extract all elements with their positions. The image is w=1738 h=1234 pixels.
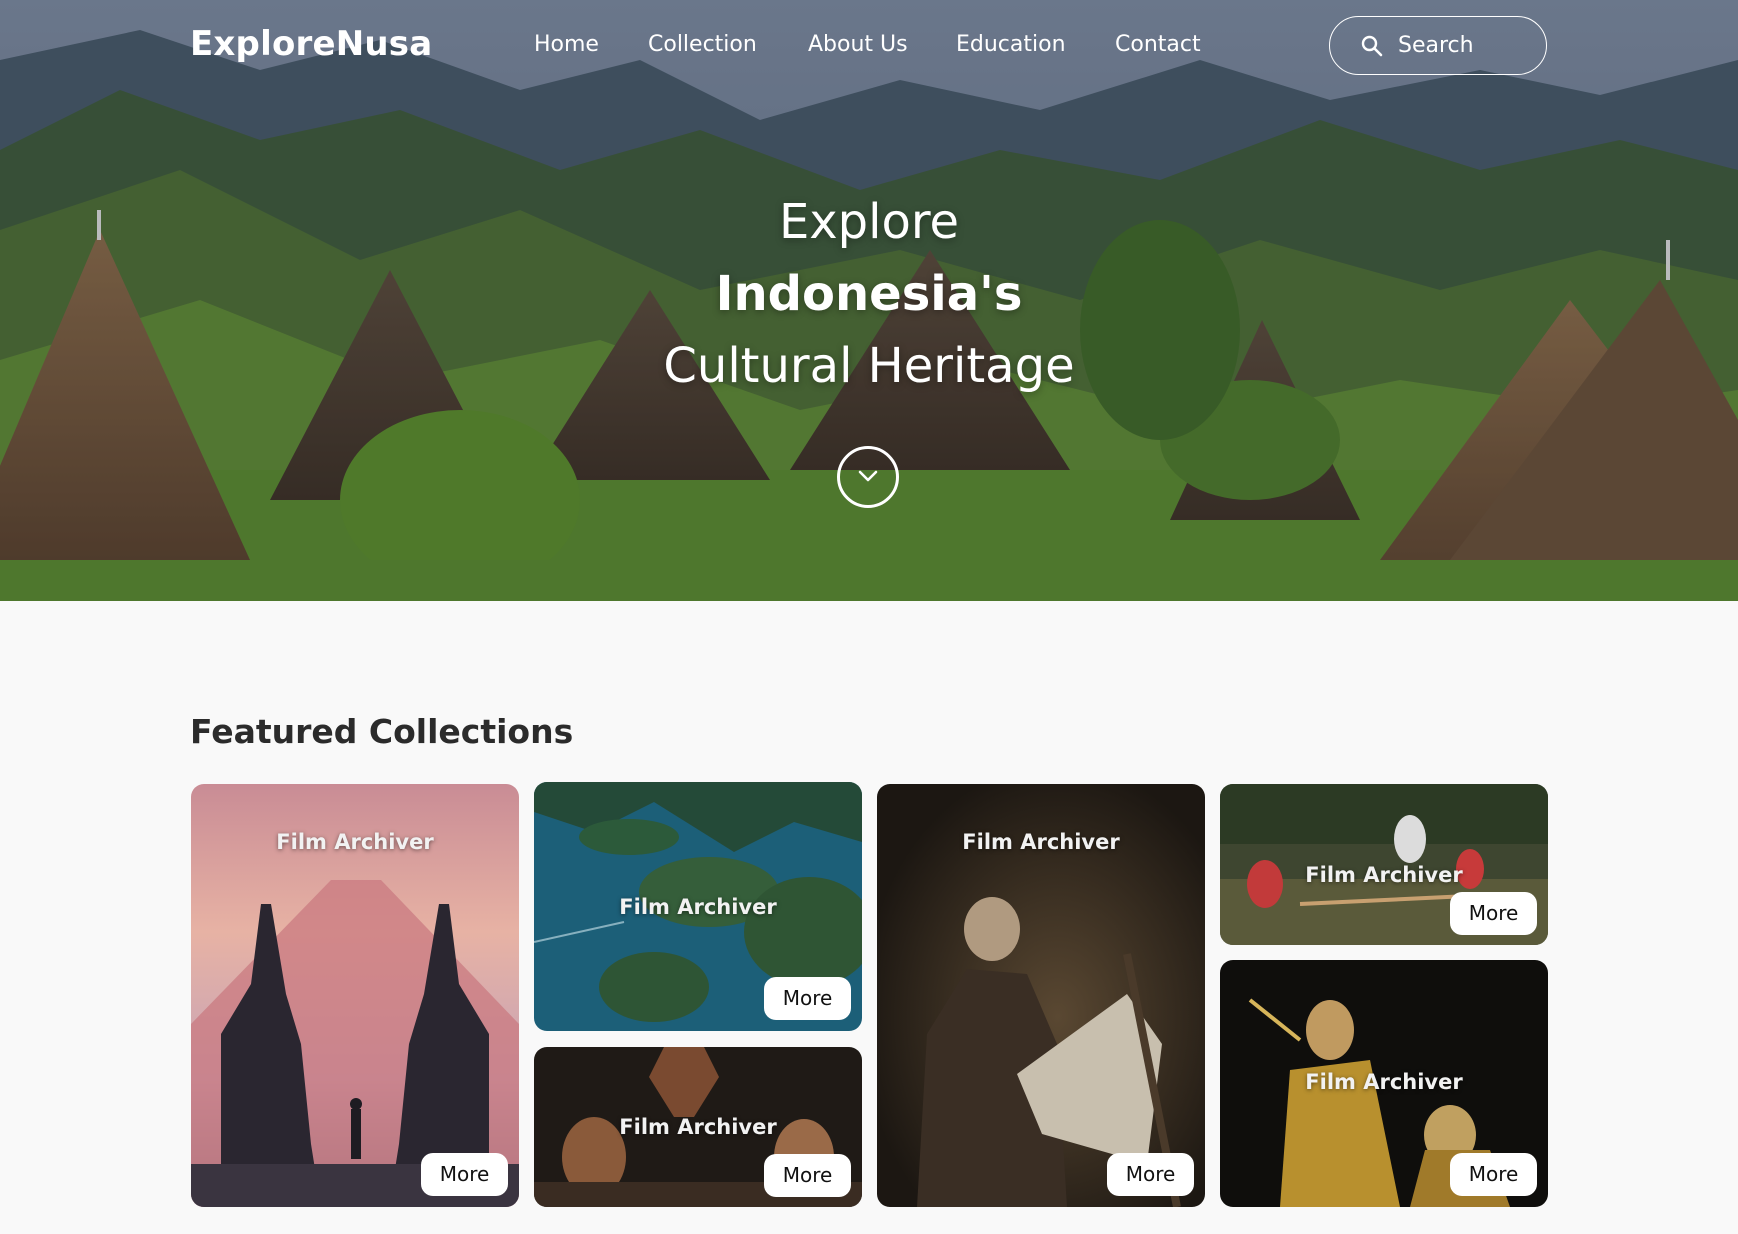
search-icon — [1361, 35, 1383, 57]
top-navigation: ExploreNusa Home Collection About Us Edu… — [0, 0, 1738, 92]
collection-card[interactable]: Film Archiver More — [534, 782, 862, 1031]
hero-title-line2: Indonesia's — [715, 266, 1023, 322]
nav-collection[interactable]: Collection — [648, 32, 757, 57]
more-button[interactable]: More — [1450, 1153, 1537, 1196]
more-button[interactable]: More — [764, 977, 851, 1020]
section-title: Featured Collections — [190, 712, 574, 751]
brand-logo[interactable]: ExploreNusa — [190, 24, 432, 64]
hero-title-line3: Cultural Heritage — [663, 338, 1075, 394]
nav-education[interactable]: Education — [956, 32, 1066, 57]
chevron-down-icon — [858, 470, 878, 482]
card-label: Film Archiver — [1305, 863, 1463, 887]
card-label: Film Archiver — [276, 830, 434, 854]
search-input[interactable]: Search — [1329, 16, 1547, 75]
scroll-down-button[interactable] — [837, 446, 899, 508]
nav-contact[interactable]: Contact — [1115, 32, 1201, 57]
more-button[interactable]: More — [1450, 892, 1537, 935]
card-label: Film Archiver — [619, 895, 777, 919]
collection-card[interactable]: Film Archiver More — [877, 784, 1205, 1207]
collection-card[interactable]: Film Archiver More — [1220, 960, 1548, 1207]
nav-about-us[interactable]: About Us — [808, 32, 908, 57]
collection-card[interactable]: Film Archiver More — [534, 1047, 862, 1207]
collection-card[interactable]: Film Archiver More — [191, 784, 519, 1207]
card-label: Film Archiver — [1305, 1070, 1463, 1094]
nav-home[interactable]: Home — [534, 32, 599, 57]
more-button[interactable]: More — [1107, 1153, 1194, 1196]
card-label: Film Archiver — [619, 1115, 777, 1139]
collection-card[interactable]: Film Archiver More — [1220, 784, 1548, 945]
search-placeholder: Search — [1398, 33, 1474, 58]
hero-title-line1: Explore — [778, 194, 960, 250]
hero-banner: ExploreNusa Home Collection About Us Edu… — [0, 0, 1738, 601]
card-label: Film Archiver — [962, 830, 1120, 854]
more-button[interactable]: More — [764, 1154, 851, 1197]
more-button[interactable]: More — [421, 1153, 508, 1196]
